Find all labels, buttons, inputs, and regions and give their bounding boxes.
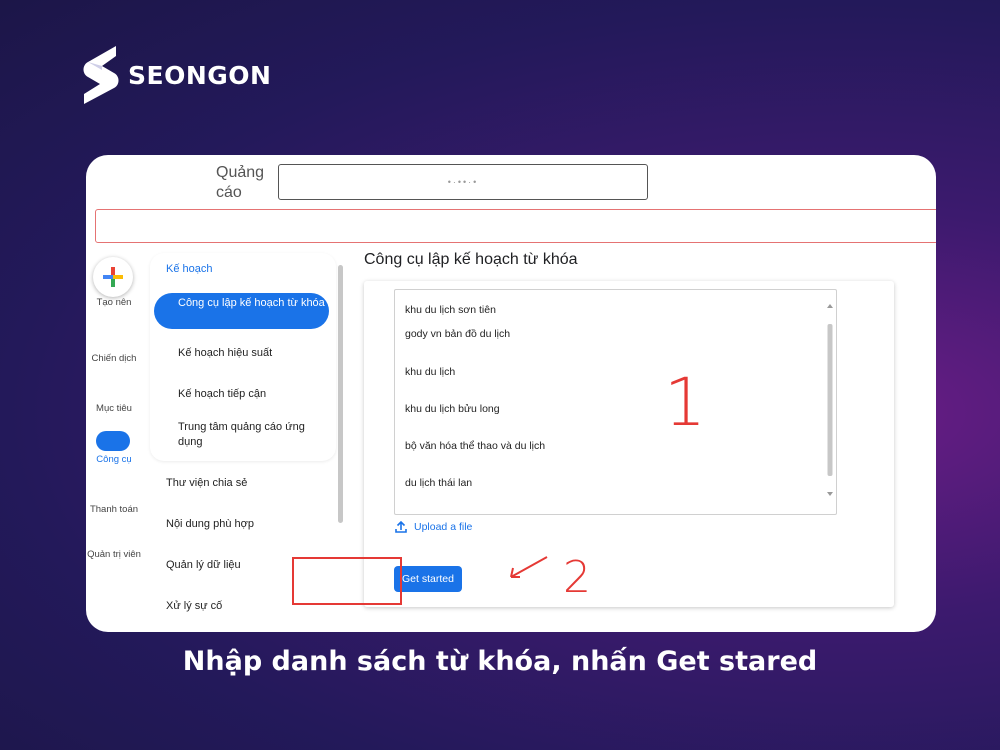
menu-item-data-manager[interactable]: Quản lý dữ liệu (166, 559, 241, 571)
highlight-box (292, 557, 402, 605)
rail-billing[interactable]: Thanh toán (86, 504, 142, 515)
plus-icon (103, 267, 123, 287)
keyword-input-panel: khu du lịch sơn tiên gody vn bản đồ du l… (364, 281, 894, 607)
app-title: Quảng cáo (216, 164, 265, 201)
keyword-line: gody vn bản đồ du lịch (405, 328, 511, 340)
get-started-button[interactable]: Get started (394, 566, 462, 592)
menu-item-content-suitability[interactable]: Nội dung phù hợp (166, 518, 254, 530)
tools-menu: Kế hoạch Công cụ lập kế hoạch từ khóa Kế… (150, 253, 336, 461)
menu-item-shared-library[interactable]: Thư viện chia sẻ (166, 477, 247, 489)
keywords-textarea[interactable]: khu du lịch sơn tiên gody vn bản đồ du l… (394, 289, 837, 515)
notification-bar (95, 209, 936, 243)
menu-scrollbar-thumb[interactable] (338, 265, 343, 523)
keyword-line: du lịch thái lan (405, 477, 473, 489)
rail-goals[interactable]: Mục tiêu (86, 403, 142, 414)
upload-file-link[interactable]: Upload a file (394, 520, 472, 534)
create-button[interactable] (93, 257, 133, 297)
caption: Nhập danh sách từ khóa, nhấn Get stared (182, 646, 818, 677)
upload-icon (395, 520, 407, 533)
account-selector[interactable]: •·••·• (278, 164, 648, 200)
menu-section-planning: Kế hoạch (166, 263, 213, 275)
menu-item-reach-planner[interactable]: Kế hoạch tiếp cận (178, 387, 318, 402)
brand-name: SEONGON (128, 60, 272, 90)
seongon-logo: SEONGON (80, 44, 271, 106)
step-1-label: 1 (664, 364, 706, 441)
upload-file-label: Upload a file (414, 521, 473, 533)
rail-campaigns[interactable]: Chiến dịch (86, 353, 142, 364)
menu-item-performance-planner[interactable]: Kế hoạch hiệu suất (178, 346, 318, 361)
menu-item-keyword-planner[interactable]: Công cụ lập kế hoạch từ khóa (154, 293, 329, 329)
keyword-line: khu du lịch sơn tiên (405, 304, 496, 316)
rail-tools[interactable]: Công cụ (86, 454, 142, 465)
arrow-icon (510, 556, 548, 578)
scroll-down-icon (827, 492, 833, 496)
tools-icon[interactable] (96, 431, 130, 451)
textarea-scrollbar[interactable] (826, 300, 834, 500)
keyword-line: khu du lịch bửu long (405, 403, 500, 415)
keyword-line: bộ văn hóa thể thao và du lịch (405, 440, 546, 452)
rail-admin[interactable]: Quản trị viên (86, 549, 142, 560)
menu-item-troubleshooting[interactable]: Xử lý sự cố (166, 600, 222, 612)
seongon-logo-mark (83, 46, 119, 104)
page-title: Công cụ lập kế hoạch từ khóa (364, 251, 578, 268)
rail-create-label: Tạo nên (96, 297, 132, 308)
scrollbar-thumb (827, 324, 833, 476)
menu-item-app-advertising-hub[interactable]: Trung tâm quảng cáo ứng dụng (178, 420, 318, 450)
scroll-up-icon (827, 304, 833, 308)
keyword-line: khu du lịch (405, 366, 456, 378)
step-2-label: 2 (563, 552, 591, 603)
account-id: •·••·• (447, 177, 479, 187)
menu-scrollbar[interactable] (338, 255, 344, 525)
